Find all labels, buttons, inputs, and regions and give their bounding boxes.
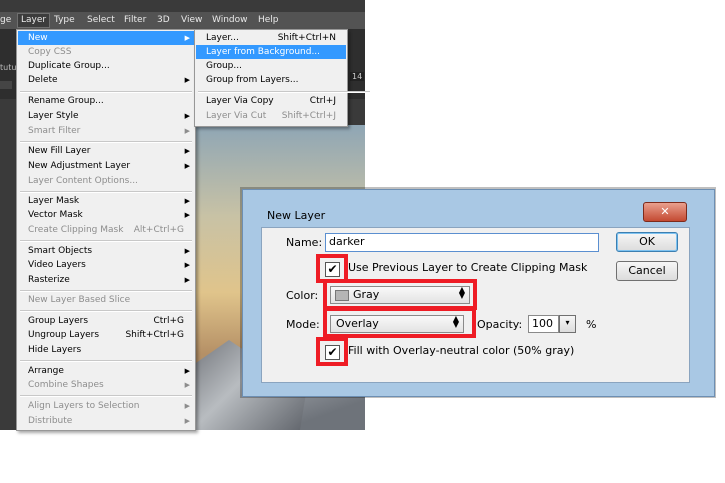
opacity-unit: %	[586, 318, 597, 331]
menu-separator	[20, 91, 192, 93]
menu-separator	[198, 91, 370, 93]
highlight-box	[323, 279, 477, 310]
menu-item-smart-filter[interactable]: Smart Filter ▶	[18, 124, 194, 138]
new-submenu: Layer... Shift+Ctrl+N Layer from Backgrou…	[194, 29, 370, 127]
submenu-arrow-icon: ▶	[184, 211, 190, 219]
submenu-item-group-from-layers[interactable]: Group from Layers...	[196, 73, 346, 87]
menu-item-distribute[interactable]: Distribute ▶	[18, 414, 194, 428]
submenu-arrow-icon: ▶	[184, 127, 190, 135]
menu-separator	[20, 310, 192, 312]
dialog-title: New Layer	[267, 209, 326, 222]
menu-item-layer-mask[interactable]: Layer Mask ▶	[18, 194, 194, 208]
menu-item-new-adjustment-layer[interactable]: New Adjustment Layer ▶	[18, 159, 194, 173]
menu-item-combine-shapes[interactable]: Combine Shapes ▶	[18, 378, 194, 392]
menu-layer[interactable]: Layer	[17, 13, 51, 28]
ok-button[interactable]: OK	[616, 232, 678, 252]
opacity-label: Opacity:	[477, 318, 523, 331]
submenu-arrow-icon: ▶	[184, 247, 190, 255]
menu-item-delete[interactable]: Delete ▶	[18, 73, 194, 87]
menu-view[interactable]: View	[181, 15, 202, 25]
clipping-mask-label: Use Previous Layer to Create Clipping Ma…	[348, 261, 588, 274]
menu-filter[interactable]: Filter	[124, 15, 146, 25]
submenu-arrow-icon: ▶	[184, 112, 190, 120]
menu-item-create-clipping-mask[interactable]: Create Clipping Mask Alt+Ctrl+G	[18, 223, 194, 237]
menu-separator	[20, 360, 192, 362]
menu-item-arrange[interactable]: Arrange ▶	[18, 364, 194, 378]
menu-item-align-layers[interactable]: Align Layers to Selection ▶	[18, 399, 194, 413]
new-layer-dialog: New Layer ✕ Name: darker OK Cancel ✔ Use…	[242, 189, 715, 397]
dialog-body: Name: darker OK Cancel ✔ Use Previous La…	[261, 227, 690, 383]
menu-item-new[interactable]: New ▶	[18, 31, 194, 45]
highlight-box	[316, 337, 348, 366]
menu-separator	[20, 290, 192, 292]
toolbar-notch	[0, 81, 12, 89]
menu-item-rasterize[interactable]: Rasterize ▶	[18, 273, 194, 287]
menu-item-hide-layers[interactable]: Hide Layers	[18, 343, 194, 357]
close-icon[interactable]: ✕	[643, 202, 687, 222]
mode-label: Mode:	[286, 318, 320, 331]
menu-item-duplicate-group[interactable]: Duplicate Group...	[18, 59, 194, 73]
menu-item-new-layer-based-slice[interactable]: New Layer Based Slice	[18, 293, 194, 307]
menu-separator	[20, 191, 192, 193]
menu-item-new-fill-layer[interactable]: New Fill Layer ▶	[18, 144, 194, 158]
submenu-item-group[interactable]: Group...	[196, 59, 346, 73]
menu-item-vector-mask[interactable]: Vector Mask ▶	[18, 208, 194, 222]
menu-select[interactable]: Select	[87, 15, 115, 25]
menu-item-rename-group[interactable]: Rename Group...	[18, 94, 194, 108]
name-value: darker	[329, 235, 365, 248]
menu-help[interactable]: Help	[258, 15, 279, 25]
menu-bar: ge Layer Type Select Filter 3D View Wind…	[0, 12, 365, 29]
menu-item-ungroup-layers[interactable]: Ungroup Layers Shift+Ctrl+G	[18, 328, 194, 342]
submenu-item-layer[interactable]: Layer... Shift+Ctrl+N	[196, 31, 346, 45]
fill-neutral-label: Fill with Overlay-neutral color (50% gra…	[348, 344, 575, 357]
submenu-arrow-icon: ▶	[184, 261, 190, 269]
chevron-down-icon[interactable]: ▾	[559, 315, 576, 333]
submenu-arrow-icon: ▶	[184, 367, 190, 375]
menu-window[interactable]: Window	[212, 15, 248, 25]
cancel-button[interactable]: Cancel	[616, 261, 678, 281]
menu-separator	[20, 395, 192, 397]
submenu-arrow-icon: ▶	[184, 162, 190, 170]
menu-separator	[20, 141, 192, 143]
submenu-arrow-icon: ▶	[184, 147, 190, 155]
color-label: Color:	[286, 289, 319, 302]
menu-item-smart-objects[interactable]: Smart Objects ▶	[18, 244, 194, 258]
submenu-arrow-icon: ▶	[184, 402, 190, 410]
menu-type[interactable]: Type	[54, 15, 75, 25]
submenu-item-layer-via-copy[interactable]: Layer Via Copy Ctrl+J	[196, 94, 346, 108]
menu-image[interactable]: ge	[0, 15, 11, 25]
name-input[interactable]: darker	[325, 233, 599, 252]
menu-item-video-layers[interactable]: Video Layers ▶	[18, 258, 194, 272]
opacity-input[interactable]: 100	[528, 315, 559, 333]
menu-item-copy-css[interactable]: Copy CSS	[18, 45, 194, 59]
options-value: 14	[350, 72, 365, 81]
submenu-arrow-icon: ▶	[184, 417, 190, 425]
menu-item-group-layers[interactable]: Group Layers Ctrl+G	[18, 314, 194, 328]
menu-item-layer-content-options[interactable]: Layer Content Options...	[18, 174, 194, 188]
submenu-arrow-icon: ▶	[184, 276, 190, 284]
submenu-arrow-icon: ▶	[184, 381, 190, 389]
highlight-box	[323, 307, 476, 338]
opacity-value: 100	[532, 317, 553, 330]
submenu-item-layer-via-cut[interactable]: Layer Via Cut Shift+Ctrl+J	[196, 109, 346, 123]
submenu-arrow-icon: ▶	[184, 197, 190, 205]
submenu-arrow-icon: ▶	[184, 34, 190, 42]
submenu-item-layer-from-background[interactable]: Layer from Background...	[196, 45, 346, 59]
name-label: Name:	[286, 236, 323, 249]
submenu-arrow-icon: ▶	[184, 76, 190, 84]
menu-3d[interactable]: 3D	[157, 15, 170, 25]
menu-separator	[20, 240, 192, 242]
menu-item-layer-style[interactable]: Layer Style ▶	[18, 109, 194, 123]
layer-menu: New ▶ Copy CSS Duplicate Group... Delete ▶…	[16, 29, 196, 431]
